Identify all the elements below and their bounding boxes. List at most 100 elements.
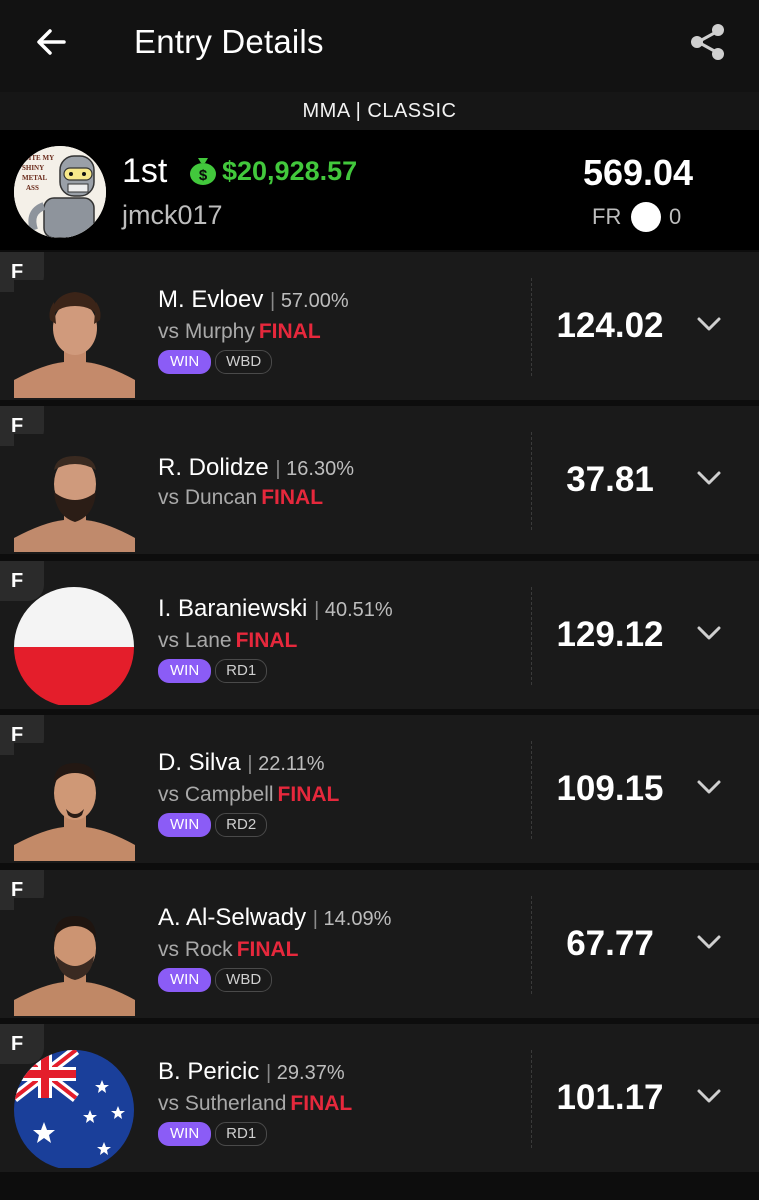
chevron-down-icon <box>697 317 721 331</box>
fighter-name: R. Dolidze <box>158 454 269 481</box>
fighter-name: D. Silva <box>158 749 241 776</box>
fighter-points: 124.02 <box>556 306 664 345</box>
fighter-points: 37.81 <box>566 460 654 499</box>
chevron-down-icon <box>697 1089 721 1103</box>
fighter-row[interactable]: F R. Dolidze | 16.30% vs Duncan FINAL 37.… <box>0 406 759 554</box>
method-badge: WBD <box>215 350 273 374</box>
divider <box>531 741 532 839</box>
opponent-line: vs Duncan FINAL <box>158 486 323 510</box>
separator: | <box>266 1062 277 1084</box>
method-badge: RD2 <box>215 813 268 837</box>
poland-flag-icon <box>14 587 135 705</box>
australia-flag-icon <box>14 1050 135 1168</box>
fighter-points: 129.12 <box>556 615 664 654</box>
opponent-line: vs Sutherland FINAL <box>158 1092 352 1116</box>
result-badges: WIN RD1 <box>158 1122 268 1146</box>
ownership-percent: 57.00% <box>280 290 349 312</box>
svg-text:SHINY: SHINY <box>22 164 44 172</box>
share-icon <box>691 24 724 60</box>
fight-status: FINAL <box>236 938 299 961</box>
fighter-points: 67.77 <box>566 924 654 963</box>
divider <box>531 587 532 685</box>
win-badge: WIN <box>158 968 212 992</box>
fight-status: FINAL <box>261 486 324 509</box>
result-badges: WIN RD1 <box>158 659 268 683</box>
fighter-name-line: R. Dolidze | 16.30% <box>158 454 354 482</box>
opponent: vs Lane <box>158 629 232 652</box>
expand-button[interactable] <box>694 466 724 490</box>
win-badge: WIN <box>158 1122 212 1146</box>
svg-text:METAL: METAL <box>22 174 47 182</box>
fighter-row[interactable]: F M. Evloev | 57.00% vs Murphy FINAL WIN W… <box>0 252 759 400</box>
fighter-points: 101.17 <box>556 1078 664 1117</box>
chevron-down-icon <box>697 471 721 485</box>
separator: | <box>314 599 325 621</box>
opponent: vs Campbell <box>158 783 274 806</box>
fighter-name-line: B. Pericic | 29.37% <box>158 1058 345 1086</box>
fighter-row[interactable]: F D. Silva | 22.11% vs Campbell FINAL WIN… <box>0 715 759 863</box>
fight-status: FINAL <box>235 629 298 652</box>
contest-type-label: MMA | CLASSIC <box>0 92 759 130</box>
entry-rank: 1st <box>122 152 168 190</box>
fighter-row[interactable]: F I. Baraniewski | 40.51% vs Lane FINAL W… <box>0 561 759 709</box>
fighter-name-line: I. Baraniewski | 40.51% <box>158 595 393 623</box>
total-points: 569.04 <box>582 152 694 193</box>
divider <box>531 896 532 994</box>
fighter-name: M. Evloev <box>158 286 264 313</box>
result-badges: WIN RD2 <box>158 813 268 837</box>
share-button[interactable] <box>686 20 730 64</box>
svg-text:ASS: ASS <box>26 184 39 192</box>
opponent: vs Rock <box>158 938 233 961</box>
win-badge: WIN <box>158 350 212 374</box>
back-button[interactable] <box>30 22 74 62</box>
separator: | <box>275 458 287 480</box>
fight-status: FINAL <box>277 783 340 806</box>
expand-button[interactable] <box>694 1084 724 1108</box>
fighter-row[interactable]: F A. Al-Selwady | 14.09% vs Rock FINAL WI… <box>0 870 759 1018</box>
separator: | <box>247 753 259 775</box>
method-badge: RD1 <box>215 1122 268 1146</box>
fr-label: FR <box>592 204 622 229</box>
user-avatar: BITE MY SHINY METAL ASS <box>14 146 106 238</box>
divider <box>531 432 532 530</box>
opponent: vs Sutherland <box>158 1092 287 1115</box>
separator: | <box>270 290 281 312</box>
fighter-name-line: D. Silva | 22.11% <box>158 749 324 777</box>
expand-button[interactable] <box>694 775 724 799</box>
fr-indicator-icon <box>631 202 661 232</box>
fighter-name: A. Al-Selwady <box>158 904 307 931</box>
result-badges: WIN WBD <box>158 350 273 374</box>
win-badge: WIN <box>158 659 212 683</box>
win-badge: WIN <box>158 813 212 837</box>
fight-status: FINAL <box>290 1092 353 1115</box>
arrow-left-icon <box>37 29 66 55</box>
fighter-name-line: A. Al-Selwady | 14.09% <box>158 904 391 932</box>
expand-button[interactable] <box>694 621 724 645</box>
fighter-name-line: M. Evloev | 57.00% <box>158 286 349 314</box>
prize-amount: $20,928.57 <box>222 156 358 186</box>
fight-status: FINAL <box>258 320 321 343</box>
result-badges: WIN WBD <box>158 968 273 992</box>
expand-button[interactable] <box>694 312 724 336</box>
opponent-line: vs Murphy FINAL <box>158 320 321 344</box>
ownership-percent: 40.51% <box>324 599 393 621</box>
expand-button[interactable] <box>694 930 724 954</box>
fighter-row[interactable]: F B. Pericic | 29.37% vs Sutherland FINA… <box>0 1024 759 1172</box>
method-badge: RD1 <box>215 659 268 683</box>
chevron-down-icon <box>697 626 721 640</box>
separator: | <box>312 908 324 930</box>
page-title: Entry Details <box>134 23 324 60</box>
ownership-percent: 14.09% <box>323 908 392 930</box>
ownership-percent: 29.37% <box>276 1062 345 1084</box>
fighter-name: B. Pericic <box>158 1058 260 1085</box>
ownership-percent: 22.11% <box>258 753 325 775</box>
fighter-photo <box>14 743 135 861</box>
fighter-name: I. Baraniewski <box>158 595 308 622</box>
divider <box>531 278 532 376</box>
opponent: vs Duncan <box>158 486 258 509</box>
opponent: vs Murphy <box>158 320 255 343</box>
opponent-line: vs Lane FINAL <box>158 629 297 653</box>
ownership-percent: 16.30% <box>286 458 354 480</box>
fr-value: 0 <box>669 204 682 229</box>
divider <box>531 1050 532 1148</box>
